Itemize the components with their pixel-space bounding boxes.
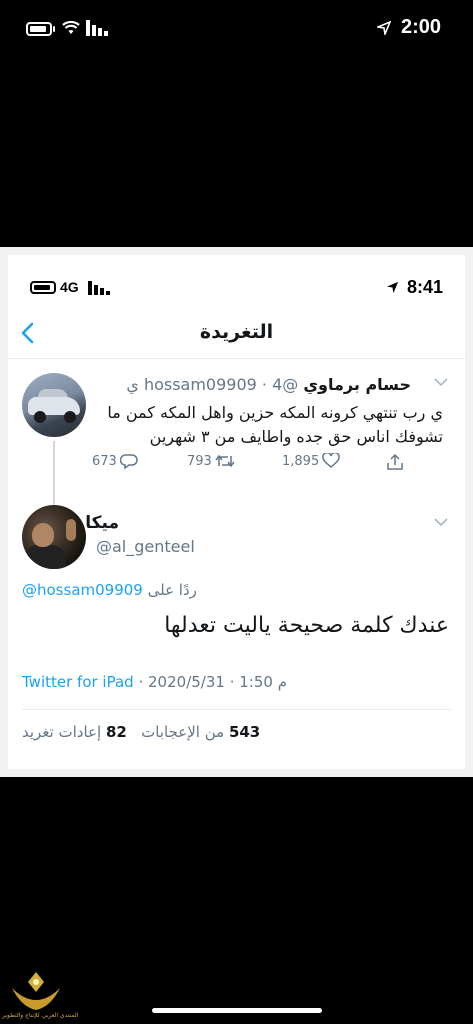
signal-icon: [88, 281, 110, 295]
wifi-icon: [62, 20, 80, 34]
avatar[interactable]: [22, 505, 86, 569]
location-icon: [377, 21, 391, 35]
retweet-count: 793: [187, 453, 212, 469]
tweet-screen: 4G 8:41 التغريدة حسام برماوي @hossam0990…: [8, 255, 465, 769]
author-name[interactable]: ميكا: [85, 513, 119, 533]
tweet-sep: ·: [261, 375, 268, 394]
retweets-label[interactable]: إعادات تغريد: [22, 723, 101, 741]
meta-sep: ·: [138, 673, 149, 691]
heart-icon: [322, 453, 340, 468]
signal-icon: [86, 20, 108, 36]
parent-tweet[interactable]: حسام برماوي @hossam09909 · 4 ي ي رب تنته…: [8, 361, 465, 547]
car-wheel: [34, 411, 46, 423]
page-title: التغريدة: [199, 321, 274, 343]
replying-to: @hossam09909 ردًا على: [22, 581, 197, 599]
like-button[interactable]: 1,895: [282, 453, 340, 469]
inner-status-time: 8:41: [406, 277, 443, 297]
forum-logo: [12, 972, 60, 1010]
author-name[interactable]: حسام برماوي: [303, 375, 411, 394]
watermark-text: المنتدى العربي للإنتاج والتطوير: [2, 1012, 79, 1019]
embedded-screenshot: 4G 8:41 التغريدة حسام برماوي @hossam0990…: [0, 247, 473, 777]
tweet-actions: 673 793 1,895: [92, 453, 422, 477]
tweet-date: 2020/5/31: [148, 673, 225, 691]
inner-status-bar: 4G 8:41: [8, 255, 465, 301]
avatar-face: [32, 523, 54, 547]
retweet-button[interactable]: 793: [187, 453, 235, 469]
tweet-time: 1:50 م: [239, 673, 288, 691]
tweet-text: ي رب تنتهي كرونه المكه حزين واهل المكه ك…: [107, 403, 443, 446]
avatar-shirt: [24, 545, 66, 569]
author-handle[interactable]: @al_genteel: [96, 537, 195, 556]
screen: 2:00 4G 8:41 التغريدة حسام برماوي @hossa…: [0, 0, 473, 1024]
tweet-meta: Twitter for iPad · 2020/5/31 · 1:50 م: [22, 673, 287, 691]
likes-label[interactable]: من الإعجابات: [141, 723, 224, 741]
share-icon: [387, 453, 403, 470]
network-type: 4G: [60, 279, 79, 295]
nav-bar: التغريدة: [8, 309, 465, 359]
reply-handle-link[interactable]: @hossam09909: [22, 581, 143, 599]
home-indicator[interactable]: [152, 1008, 322, 1013]
status-time: 2:00: [400, 16, 441, 38]
reply-prefix: ردًا على: [147, 581, 197, 599]
status-bar: 2:00: [0, 0, 473, 60]
like-count: 1,895: [282, 453, 320, 469]
location-icon: [386, 281, 399, 294]
battery-tip: [53, 26, 55, 32]
likes-count[interactable]: 543: [229, 723, 260, 741]
reply-icon: [119, 454, 138, 469]
tweet-text: عندك كلمة صحيحة ياليت تعدلها: [164, 613, 449, 638]
tweet-header: حسام برماوي @hossam09909 · 4 ي: [126, 375, 411, 394]
reply-button[interactable]: 673: [92, 453, 138, 469]
avatar-hand: [66, 519, 76, 541]
battery-icon: [30, 281, 56, 294]
focused-tweet: ميكا @al_genteel @hossam09909 ردًا على ع…: [8, 487, 465, 769]
battery-icon: [26, 22, 52, 36]
reply-count: 673: [92, 453, 117, 469]
meta-sep: ·: [229, 673, 240, 691]
tweet-source-link[interactable]: Twitter for iPad: [22, 673, 134, 691]
retweet-icon: [215, 454, 235, 468]
chevron-down-icon[interactable]: [433, 517, 449, 527]
avatar[interactable]: [22, 373, 86, 437]
car-wheel: [64, 411, 76, 423]
tweet-stats: 543 من الإعجابات 82 إعادات تغريد: [22, 723, 260, 741]
share-button[interactable]: [383, 453, 404, 471]
retweets-count[interactable]: 82: [106, 723, 127, 741]
chevron-down-icon[interactable]: [433, 377, 449, 387]
divider: [22, 709, 451, 710]
